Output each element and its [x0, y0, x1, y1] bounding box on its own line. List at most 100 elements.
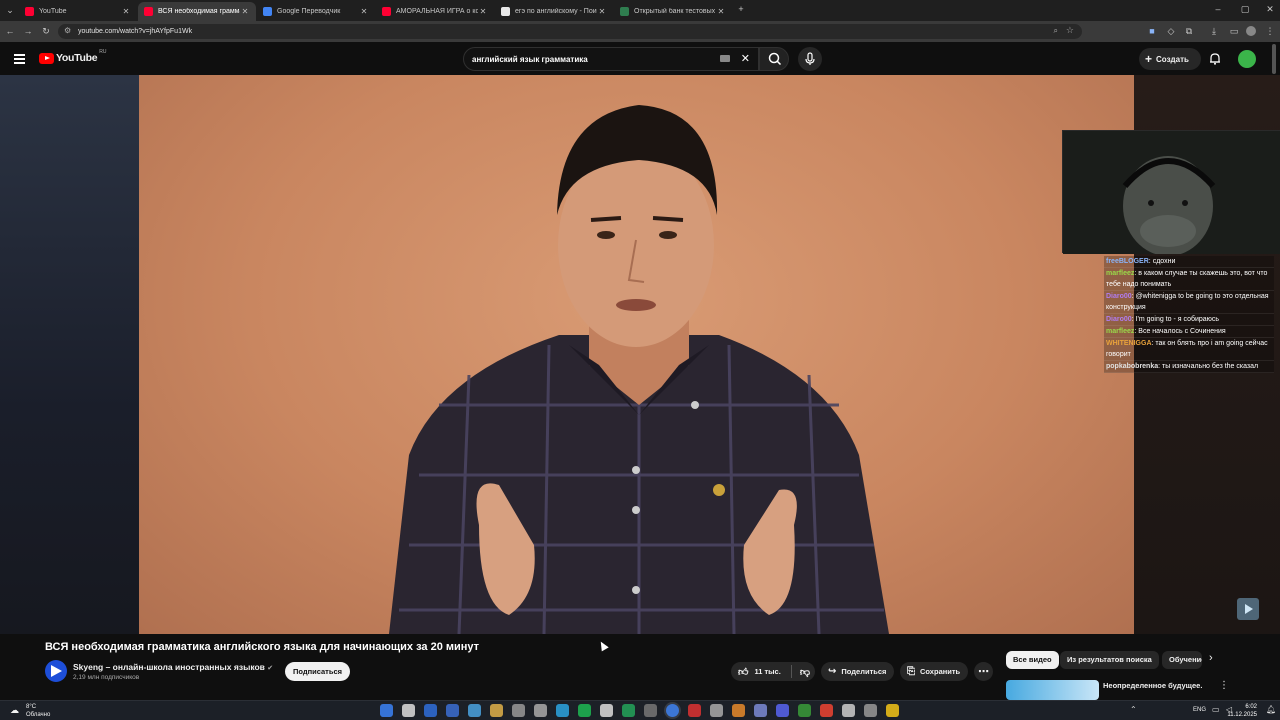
filter-chip[interactable]: Обучение	[1162, 651, 1202, 669]
account-avatar[interactable]	[1238, 50, 1256, 68]
reload-icon[interactable]: ↻	[40, 25, 52, 37]
profile-avatar[interactable]	[1246, 26, 1256, 36]
start-menu-icon[interactable]	[380, 704, 393, 717]
clear-search-icon[interactable]: ✕	[741, 52, 750, 65]
extension-icon[interactable]: ■	[1146, 25, 1158, 37]
hamburger-menu-icon[interactable]	[14, 54, 25, 64]
app-icon-grey-2[interactable]	[864, 704, 877, 717]
chat-text: Все началось с Сочинения	[1138, 328, 1226, 335]
page-scrollbar[interactable]	[1272, 44, 1276, 74]
chat-text: ты изначально без the сказал	[1162, 363, 1259, 370]
browser-tab[interactable]: YouTube ✕	[19, 2, 137, 21]
subscribe-button[interactable]: Подписаться	[285, 662, 350, 681]
file-explorer-icon[interactable]	[490, 704, 503, 717]
video-player[interactable]	[0, 75, 1280, 634]
app-icon-blue[interactable]	[754, 704, 767, 717]
chevron-right-icon[interactable]: ›	[1209, 652, 1213, 664]
discord-icon[interactable]	[776, 704, 789, 717]
app-icon-white[interactable]	[842, 704, 855, 717]
close-tab-icon[interactable]: ✕	[121, 7, 131, 16]
clock-time: 6:02	[1245, 704, 1257, 710]
create-button[interactable]: + Создать	[1139, 48, 1201, 70]
bookmark-star-icon[interactable]: ☆	[1066, 25, 1074, 36]
youtube-logo[interactable]: YouTube RU	[39, 49, 107, 64]
tab-search-icon[interactable]: ⌄	[4, 4, 16, 16]
app-icon-orange[interactable]	[732, 704, 745, 717]
close-window-icon[interactable]: ✕	[1264, 3, 1276, 15]
filter-chip[interactable]: Все видео	[1006, 651, 1059, 669]
browser-tab[interactable]: егэ по английскому - Поиск в✕	[495, 2, 613, 21]
search-button[interactable]	[759, 47, 789, 71]
play-next-overlay-icon[interactable]	[1237, 598, 1259, 620]
youtube-play-icon	[39, 52, 54, 64]
notifications-bell-icon[interactable]	[1209, 52, 1221, 70]
extension-icon-2[interactable]: ◇	[1165, 25, 1177, 37]
channel-avatar[interactable]	[45, 660, 67, 682]
close-tab-icon[interactable]: ✕	[716, 7, 726, 16]
forward-icon[interactable]: →	[22, 25, 34, 37]
like-icon[interactable]: 👍︎	[738, 666, 748, 678]
zoom-icon[interactable]: ⌕	[1054, 26, 1058, 36]
browser-tab[interactable]: Открытый банк тестовых зада✕	[614, 2, 732, 21]
widgets-icon[interactable]	[424, 704, 437, 717]
weather-widget[interactable]: ☁ 8°C Облачно	[10, 703, 50, 719]
dislike-icon[interactable]: 👎︎	[800, 666, 810, 678]
maximize-icon[interactable]: ▢	[1239, 3, 1251, 15]
channel-name[interactable]: Skyeng – онлайн-школа иностранных языков…	[73, 662, 273, 672]
system-clock[interactable]: 6:02 11.12.2025	[1227, 703, 1257, 719]
share-button[interactable]: ↪ Поделиться	[821, 662, 894, 681]
search-taskbar-icon[interactable]	[402, 704, 415, 717]
network-icon[interactable]: ▭	[1212, 705, 1220, 714]
close-tab-icon[interactable]: ✕	[359, 7, 369, 16]
browser-tab-strip: ⌄ YouTube✕ВСЯ необходимая грамматика✕Goo…	[0, 0, 1280, 21]
app-icon-red-2[interactable]	[820, 704, 833, 717]
terminal-icon[interactable]	[446, 704, 459, 717]
minecraft-icon[interactable]	[798, 704, 811, 717]
extensions-puzzle-icon[interactable]: ⧉	[1183, 25, 1195, 37]
obs-icon[interactable]	[644, 704, 657, 717]
app-icon-grey[interactable]	[710, 704, 723, 717]
download-icon[interactable]: ⤓	[1208, 25, 1220, 37]
app-icon-yellow[interactable]	[886, 704, 899, 717]
address-bar[interactable]: ⚙ youtube.com/watch?v=jhAYfpFu1Wk ⌕ ☆	[58, 24, 1082, 39]
close-tab-icon[interactable]: ✕	[478, 7, 488, 16]
store-icon[interactable]	[468, 704, 481, 717]
steam-icon[interactable]	[578, 704, 591, 717]
youtube-logo-text: YouTube	[56, 52, 98, 64]
tray-chevron-icon[interactable]: ⌃	[1130, 705, 1137, 714]
close-tab-icon[interactable]: ✕	[240, 7, 250, 16]
recommended-more-icon[interactable]: ⋮	[1219, 680, 1229, 691]
chrome-icon[interactable]	[666, 704, 679, 717]
youtube-favicon-icon	[144, 7, 153, 16]
settings-taskbar-icon[interactable]	[512, 704, 525, 717]
new-tab-button[interactable]: +	[735, 3, 747, 15]
voice-search-button[interactable]	[798, 47, 822, 71]
spotify-icon[interactable]	[600, 704, 613, 717]
browser-tab[interactable]: АМОРАЛЬНАЯ ИГРА о котор✕	[376, 2, 494, 21]
filter-chip[interactable]: Из результатов поиска	[1060, 651, 1159, 669]
video-frame[interactable]	[139, 75, 1134, 634]
browser-tab[interactable]: Google Переводчик ✕	[257, 2, 375, 21]
telegram-icon[interactable]	[556, 704, 569, 717]
save-button[interactable]: ⎘ Сохранить	[900, 662, 968, 681]
site-info-icon[interactable]: ⚙	[64, 26, 71, 35]
browser-tab[interactable]: ВСЯ необходимая грамматика✕	[138, 2, 256, 21]
notifications-icon[interactable]: 🔔︎	[1266, 705, 1276, 714]
input-language[interactable]: ENG	[1193, 707, 1206, 713]
browser-menu-icon[interactable]: ⋮	[1264, 25, 1276, 37]
app-icon-red[interactable]	[688, 704, 701, 717]
split-view-icon[interactable]: ▭	[1228, 25, 1240, 37]
github-icon[interactable]	[622, 704, 635, 717]
like-count[interactable]: 11 тыс.	[754, 667, 780, 676]
recommended-video-thumbnail[interactable]	[1006, 680, 1099, 700]
back-icon[interactable]: ←	[4, 25, 16, 37]
chat-username: Diaro00	[1106, 316, 1132, 323]
recommended-video-title[interactable]: Неопределенное будущее.	[1103, 681, 1208, 690]
calculator-icon[interactable]	[534, 704, 547, 717]
keyboard-icon[interactable]	[720, 55, 730, 62]
close-tab-icon[interactable]: ✕	[597, 7, 607, 16]
search-input[interactable]: английский язык грамматика ✕	[463, 47, 759, 71]
more-actions-icon[interactable]: ⋯	[974, 662, 993, 681]
plus-icon: +	[1145, 52, 1153, 66]
minimize-icon[interactable]: –	[1212, 3, 1224, 15]
